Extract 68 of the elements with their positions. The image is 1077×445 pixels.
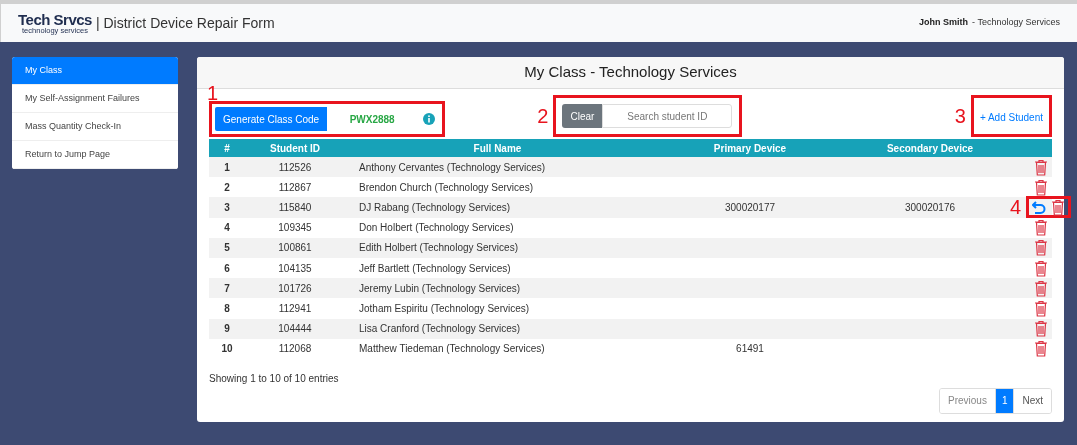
table-cell: 10 xyxy=(221,343,233,355)
generate-code-button[interactable]: Generate Class Code xyxy=(215,107,328,131)
add-student-button[interactable]: + Add Student xyxy=(979,110,1043,125)
sidebar-item[interactable]: My Class xyxy=(12,57,178,85)
table-cell: 104444 xyxy=(278,323,312,335)
trash-icon[interactable] xyxy=(1034,340,1048,358)
trash-icon[interactable] xyxy=(1034,279,1048,297)
pagination-button[interactable]: Next xyxy=(1013,388,1051,413)
column-header: # xyxy=(223,141,231,156)
table-cell: 109345 xyxy=(278,222,312,234)
card-title: My Class - Technology Services xyxy=(524,62,737,83)
table-cell: 112867 xyxy=(278,181,312,193)
column-header: Full Name xyxy=(472,141,523,156)
column-header: Student ID xyxy=(269,141,321,156)
table-cell: Brendon Church (Technology Services) xyxy=(359,181,533,193)
table-cell: 61491 xyxy=(736,343,764,355)
table-cell: 2 xyxy=(224,181,230,193)
table-cell: Jeff Bartlett (Technology Services) xyxy=(359,262,511,274)
app-title: | District Device Repair Form xyxy=(95,13,275,33)
trash-icon[interactable] xyxy=(1034,320,1048,338)
table-cell: 4 xyxy=(224,222,230,234)
table-cell: 112068 xyxy=(278,343,312,355)
trash-icon[interactable] xyxy=(1034,178,1048,196)
table-cell: Jotham Espiritu (Technology Services) xyxy=(359,302,530,314)
callout-number: 3 xyxy=(954,106,966,126)
user-name: John Smith xyxy=(919,16,969,30)
table-cell: Matthew Tiedeman (Technology Services) xyxy=(359,343,545,355)
table-cell: 300020177 xyxy=(724,201,776,213)
column-header: Primary Device xyxy=(712,141,788,156)
table-cell: 8 xyxy=(224,302,230,314)
clear-button[interactable]: Clear xyxy=(562,104,603,128)
table-cell: 112526 xyxy=(278,161,312,173)
trash-icon[interactable] xyxy=(1034,259,1048,277)
trash-icon[interactable] xyxy=(1034,239,1048,257)
table-cell: DJ Rabang (Technology Services) xyxy=(359,201,511,213)
table-cell: Anthony Cervantes (Technology Services) xyxy=(359,161,546,173)
column-header: Secondary Device xyxy=(885,141,975,156)
table-cell: 101726 xyxy=(278,282,312,294)
table-cell: Lisa Cranford (Technology Services) xyxy=(359,323,521,335)
callout-number: 2 xyxy=(537,106,549,126)
undo-icon[interactable] xyxy=(1032,200,1047,214)
info-icon[interactable] xyxy=(423,113,435,125)
table-cell: 7 xyxy=(224,282,230,294)
table-cell: Don Holbert (Technology Services) xyxy=(359,222,514,234)
table-cell: 300020176 xyxy=(904,201,956,213)
table-cell: 1 xyxy=(224,161,230,173)
table-cell: 9 xyxy=(224,323,230,335)
table-cell: 3 xyxy=(224,201,230,213)
table-cell: 6 xyxy=(224,262,230,274)
table-cell: 100861 xyxy=(278,242,312,254)
class-code: PWX2888 xyxy=(348,112,396,127)
table-cell: Jeremy Lubin (Technology Services) xyxy=(359,282,521,294)
page-button[interactable]: 1 xyxy=(994,388,1014,413)
table-cell: Edith Holbert (Technology Services) xyxy=(359,242,518,254)
trash-icon[interactable] xyxy=(1034,219,1048,237)
search-field[interactable]: Search student ID xyxy=(602,104,733,128)
logo-text: Tech Srvcs xyxy=(18,11,92,27)
trash-icon[interactable] xyxy=(1034,299,1048,317)
entries-info: Showing 1 to 10 of 10 entries xyxy=(209,371,340,386)
table-cell: 112941 xyxy=(278,302,312,314)
callout-number: 1 xyxy=(207,82,219,104)
table-cell: 115840 xyxy=(278,201,312,213)
table-cell: 104135 xyxy=(278,262,312,274)
trash-icon[interactable] xyxy=(1034,158,1048,176)
trash-icon[interactable] xyxy=(1051,198,1066,216)
table-cell: 5 xyxy=(224,242,230,254)
callout-number: 4 xyxy=(1010,197,1022,218)
user-department: - Technology Services xyxy=(972,16,1060,30)
